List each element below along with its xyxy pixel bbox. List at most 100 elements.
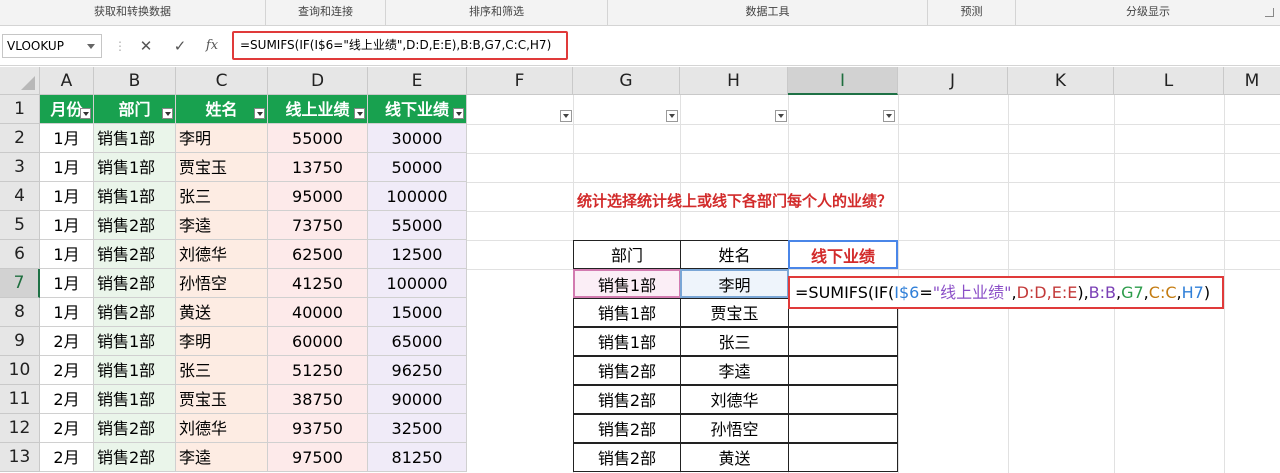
table-cell[interactable]: 销售1部 — [94, 356, 176, 385]
summary-cell-value[interactable] — [788, 327, 898, 356]
summary-cell-name[interactable]: 张三 — [680, 327, 789, 356]
row-header-7[interactable]: 7 — [0, 269, 40, 298]
table-header-offline[interactable]: 线下业绩 — [368, 95, 467, 124]
summary-cell-name[interactable]: 孙悟空 — [680, 414, 789, 443]
formula-input[interactable]: =SUMIFS(IF(I$6="线上业绩",D:D,E:E),B:B,G7,C:… — [232, 31, 568, 60]
filter-dropdown-icon[interactable] — [354, 108, 365, 119]
table-cell[interactable]: 销售1部 — [94, 385, 176, 414]
column-header-h[interactable]: H — [680, 67, 788, 95]
row-header-1[interactable]: 1 — [0, 95, 40, 124]
table-cell[interactable]: 40000 — [268, 298, 368, 327]
column-header-f[interactable]: F — [467, 67, 573, 95]
summary-cell-name[interactable]: 刘德华 — [680, 385, 789, 414]
row-header-6[interactable]: 6 — [0, 240, 40, 269]
ribbon-group-outline[interactable]: 分级显示 — [1016, 0, 1280, 26]
table-cell[interactable]: 销售2部 — [94, 269, 176, 298]
table-cell[interactable]: 李明 — [176, 327, 268, 356]
table-cell[interactable]: 黄送 — [176, 298, 268, 327]
summary-cell-dept[interactable]: 销售1部 — [573, 269, 681, 298]
summary-cell-value[interactable] — [788, 356, 898, 385]
table-cell[interactable]: 销售2部 — [94, 240, 176, 269]
table-cell[interactable]: 1月 — [40, 269, 94, 298]
table-cell[interactable]: 13750 — [268, 153, 368, 182]
name-box[interactable]: VLOOKUP — [2, 34, 102, 58]
enter-icon[interactable]: ✓ — [168, 34, 192, 58]
summary-cell-name[interactable]: 李明 — [680, 269, 789, 298]
row-header-13[interactable]: 13 — [0, 443, 40, 472]
column-header-l[interactable]: L — [1114, 67, 1224, 95]
filter-dropdown-icon[interactable] — [254, 108, 265, 119]
table-cell[interactable]: 81250 — [368, 443, 467, 472]
cancel-icon[interactable]: ✕ — [134, 34, 158, 58]
table-cell[interactable]: 12500 — [368, 240, 467, 269]
table-cell[interactable]: 销售1部 — [94, 124, 176, 153]
table-cell[interactable]: 15000 — [368, 298, 467, 327]
table-cell[interactable]: 1月 — [40, 124, 94, 153]
table-header-name[interactable]: 姓名 — [176, 95, 268, 124]
table-cell[interactable]: 销售1部 — [94, 182, 176, 211]
table-cell[interactable]: 刘德华 — [176, 414, 268, 443]
table-cell[interactable]: 李逵 — [176, 443, 268, 472]
summary-cell-dept[interactable]: 销售1部 — [573, 298, 681, 327]
column-header-m[interactable]: M — [1224, 67, 1280, 95]
column-header-c[interactable]: C — [176, 67, 268, 95]
table-cell[interactable]: 38750 — [268, 385, 368, 414]
summary-cell-name[interactable]: 李逵 — [680, 356, 789, 385]
table-cell[interactable]: 60000 — [268, 327, 368, 356]
table-cell[interactable]: 销售1部 — [94, 327, 176, 356]
table-cell[interactable]: 贾宝玉 — [176, 385, 268, 414]
table-cell[interactable]: 销售2部 — [94, 211, 176, 240]
table-cell[interactable]: 73750 — [268, 211, 368, 240]
table-cell[interactable]: 32500 — [368, 414, 467, 443]
table-cell[interactable]: 97500 — [268, 443, 368, 472]
insert-function-icon[interactable]: fx — [200, 34, 224, 58]
summary-cell-dept[interactable]: 销售2部 — [573, 414, 681, 443]
column-header-e[interactable]: E — [368, 67, 467, 95]
table-cell[interactable]: 93750 — [268, 414, 368, 443]
row-header-4[interactable]: 4 — [0, 182, 40, 211]
table-cell[interactable]: 2月 — [40, 414, 94, 443]
summary-cell-dept[interactable]: 销售2部 — [573, 385, 681, 414]
table-cell[interactable]: 100000 — [368, 182, 467, 211]
table-cell[interactable]: 96250 — [368, 356, 467, 385]
column-header-k[interactable]: K — [1008, 67, 1114, 95]
table-cell[interactable]: 95000 — [268, 182, 368, 211]
table-cell[interactable]: 张三 — [176, 356, 268, 385]
row-header-12[interactable]: 12 — [0, 414, 40, 443]
summary-cell-name[interactable]: 黄送 — [680, 443, 789, 472]
table-cell[interactable]: 51250 — [268, 356, 368, 385]
table-cell[interactable]: 55000 — [368, 211, 467, 240]
table-cell[interactable]: 2月 — [40, 385, 94, 414]
table-cell[interactable]: 2月 — [40, 327, 94, 356]
dialog-launcher-icon[interactable] — [1265, 8, 1274, 17]
row-header-5[interactable]: 5 — [0, 211, 40, 240]
select-all-corner[interactable] — [0, 67, 40, 95]
table-cell[interactable]: 李明 — [176, 124, 268, 153]
row-header-2[interactable]: 2 — [0, 124, 40, 153]
summary-cell-name[interactable]: 贾宝玉 — [680, 298, 789, 327]
summary-cell-dept[interactable]: 销售2部 — [573, 356, 681, 385]
table-cell[interactable]: 65000 — [368, 327, 467, 356]
table-cell[interactable]: 贾宝玉 — [176, 153, 268, 182]
table-cell[interactable]: 销售2部 — [94, 298, 176, 327]
table-cell[interactable]: 刘德华 — [176, 240, 268, 269]
table-cell[interactable]: 50000 — [368, 153, 467, 182]
row-header-9[interactable]: 9 — [0, 327, 40, 356]
table-cell[interactable]: 孙悟空 — [176, 269, 268, 298]
filter-dropdown-icon[interactable] — [775, 110, 787, 122]
summary-header-dept[interactable]: 部门 — [573, 240, 681, 269]
table-cell[interactable]: 41250 — [268, 269, 368, 298]
table-cell[interactable]: 张三 — [176, 182, 268, 211]
row-header-3[interactable]: 3 — [0, 153, 40, 182]
table-cell[interactable]: 55000 — [268, 124, 368, 153]
table-cell[interactable]: 销售1部 — [94, 153, 176, 182]
table-cell[interactable]: 2月 — [40, 443, 94, 472]
column-header-a[interactable]: A — [40, 67, 94, 95]
row-header-11[interactable]: 11 — [0, 385, 40, 414]
table-cell[interactable]: 销售2部 — [94, 414, 176, 443]
filter-dropdown-icon[interactable] — [560, 110, 572, 122]
chevron-down-icon[interactable] — [87, 44, 95, 49]
table-cell[interactable]: 62500 — [268, 240, 368, 269]
row-header-8[interactable]: 8 — [0, 298, 40, 327]
table-header-dept[interactable]: 部门 — [94, 95, 176, 124]
